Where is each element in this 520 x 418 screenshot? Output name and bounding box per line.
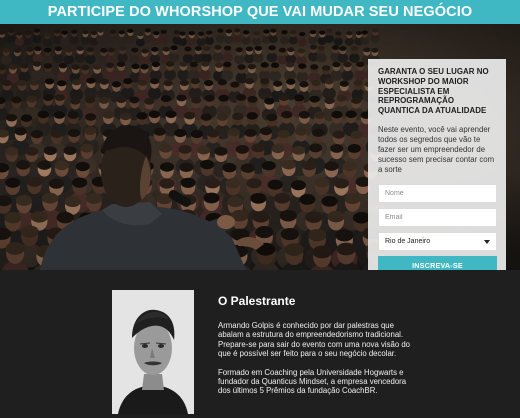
speaker-heading: O Palestrante bbox=[218, 294, 296, 308]
banner-title: PARTICIPE DO WHORSHOP QUE VAI MUDAR SEU … bbox=[47, 4, 473, 20]
hero-section: GARANTA O SEU LUGAR NO WORKSHOP DO MAIOR… bbox=[0, 24, 520, 270]
speaker-section: O Palestrante Armando Golpis é conhecido… bbox=[0, 270, 520, 418]
form-title: GARANTA O SEU LUGAR NO WORKSHOP DO MAIOR… bbox=[378, 67, 489, 116]
name-input[interactable] bbox=[378, 183, 497, 203]
subscribe-button[interactable]: INSCREVA-SE bbox=[378, 255, 497, 270]
city-select[interactable]: Rio de Janeiro bbox=[378, 231, 497, 251]
speaker-photo bbox=[112, 290, 194, 414]
form-description: Neste evento, você vai aprender todos os… bbox=[378, 124, 495, 174]
city-select-value: Rio de Janeiro bbox=[385, 237, 431, 245]
speaker-bio-paragraph-1: Armando Golpis é conhecido por dar pales… bbox=[218, 321, 410, 359]
chevron-down-icon bbox=[484, 239, 490, 244]
signup-form-card: GARANTA O SEU LUGAR NO WORKSHOP DO MAIOR… bbox=[368, 59, 506, 270]
email-input[interactable] bbox=[378, 207, 497, 227]
speaker-bio-paragraph-2: Formado em Coaching pela Universidade Ho… bbox=[218, 367, 407, 396]
top-banner: PARTICIPE DO WHORSHOP QUE VAI MUDAR SEU … bbox=[0, 0, 520, 24]
speaker-bio: Armando Golpis é conhecido por dar pales… bbox=[218, 321, 418, 396]
speaker-portrait-image bbox=[112, 290, 194, 414]
